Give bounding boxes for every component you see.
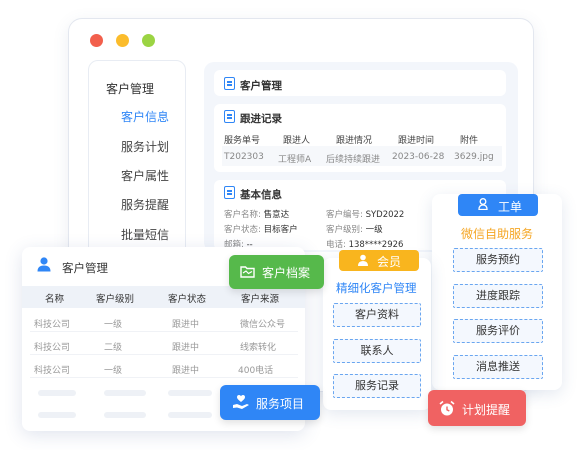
field-customer-code: 客户编号: SYD2022 [326,210,405,220]
service-records-button[interactable]: 服务记录 [333,374,421,398]
service-items-label: 服务项目 [256,397,305,411]
service-review-button[interactable]: 服务评价 [453,319,543,343]
table-header-cell: 客户级别 [96,294,135,305]
placeholder-bar [38,412,76,418]
hand-heart-icon [232,394,250,410]
table-cell: 微信公众号 [240,320,286,330]
document-icon [224,186,235,199]
followup-cell: T202303 [224,152,264,162]
table-cell: 二级 [104,343,123,353]
sidebar-item-customer-attributes[interactable]: 客户属性 [121,167,169,184]
table-cell: 跟进中 [172,343,200,353]
ticket-tag-label: 工单 [498,200,523,214]
field-phone: 电话: 138****2926 [326,240,404,250]
followup-header-cell: 跟进情况 [336,136,373,146]
placeholder-bar [104,390,146,396]
table-cell: 跟进中 [172,320,200,330]
message-push-button[interactable]: 消息推送 [453,355,543,379]
user-icon [357,254,369,266]
user-icon [36,256,52,272]
placeholder-bar [168,390,212,396]
field-customer-name: 客户名称: 售意达 [224,210,290,220]
service-booking-button[interactable]: 服务预约 [453,248,543,272]
customer-archive-label: 客户档案 [262,266,311,280]
placeholder-bar [38,390,76,396]
table-cell: 一级 [104,320,123,330]
followup-cell: 2023-06-28 [392,152,445,162]
member-tag-label: 会员 [377,255,402,269]
table-cell: 跟进中 [172,366,200,376]
sidebar-item-customer-info[interactable]: 客户信息 [121,108,169,125]
sidebar-title: 客户管理 [106,82,155,96]
sidebar-item-bulk-sms[interactable]: 批量短信 [121,226,169,243]
table-cell: 400电话 [238,366,274,376]
customer-archive-button[interactable]: 客户档案 [229,255,324,289]
plan-reminder-label: 计划提醒 [462,403,511,417]
ticket-tag: 工单 [458,194,538,216]
service-items-button[interactable]: 服务项目 [220,385,320,420]
member-tag: 会员 [339,250,419,271]
table-cell: 线索转化 [240,343,277,353]
basic-info-title: 基本信息 [240,189,282,201]
document-icon [224,110,235,123]
maximize-window-dot[interactable] [142,34,155,47]
user-icon [478,198,488,211]
contacts-button[interactable]: 联系人 [333,339,421,363]
ticket-title: 微信自助服务 [461,227,534,241]
followup-title: 跟进记录 [240,113,282,125]
followup-header-cell: 附件 [460,136,479,146]
followup-header-cell: 跟进人 [283,136,311,146]
progress-tracking-button[interactable]: 进度跟踪 [453,284,543,308]
followup-cell: 工程师A [278,155,312,165]
followup-header-cell: 服务单号 [224,136,261,146]
customer-table-title: 客户管理 [62,261,108,275]
field-customer-level: 客户级别: 一级 [326,225,383,235]
minimize-window-dot[interactable] [116,34,129,47]
placeholder-bar [168,412,212,418]
table-header-cell: 客户状态 [168,294,207,305]
sidebar-item-service-reminder[interactable]: 服务提醒 [121,196,169,213]
close-window-dot[interactable] [90,34,103,47]
table-cell: 科技公司 [34,343,71,353]
document-icon [224,77,235,90]
table-header-cell: 客户来源 [241,294,280,305]
table-cell: 一级 [104,366,123,376]
attachment-link[interactable]: 3629.jpg [454,152,494,162]
followup-cell: 后续持续跟进 [326,155,381,165]
followup-header-cell: 跟进时间 [398,136,435,146]
placeholder-bar [104,412,146,418]
plan-reminder-button[interactable]: 计划提醒 [428,390,526,426]
sidebar-item-service-plan[interactable]: 服务计划 [121,138,169,155]
alarm-clock-icon [439,400,455,417]
member-card-title: 精细化客户管理 [336,281,417,295]
table-header-cell: 名称 [45,294,65,305]
folder-icon [240,265,255,278]
main-title: 客户管理 [240,80,282,92]
table-cell: 科技公司 [34,366,71,376]
table-cell: 科技公司 [34,320,71,330]
field-customer-status: 客户状态: 目标客户 [224,225,298,235]
customer-profile-button[interactable]: 客户资料 [333,303,421,327]
